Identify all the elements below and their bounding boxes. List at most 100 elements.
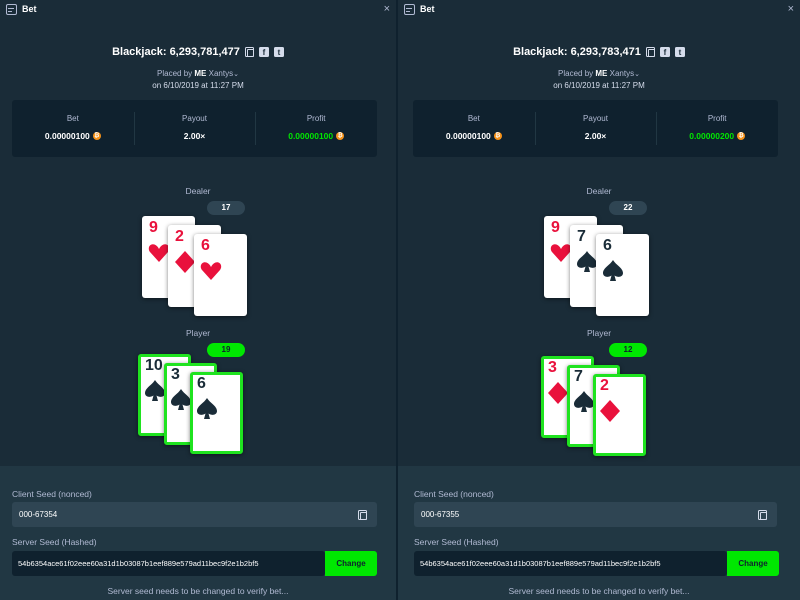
card-rank: 3 [171, 366, 180, 383]
dealer-total-badge: 17 [207, 201, 245, 215]
coin-icon: ₿ [493, 132, 502, 140]
playing-card: 6 [596, 234, 649, 316]
user-badge: ME [194, 69, 207, 78]
server-seed-value: 54b6354ace61f02eee60a31d1b03087b1eef889e… [18, 559, 259, 568]
card-rank: 6 [603, 237, 612, 254]
server-seed-field[interactable]: 54b6354ace61f02eee60a31d1b03087b1eef889e… [12, 551, 325, 576]
copy-icon[interactable] [645, 47, 655, 57]
panel-title: Bet [22, 4, 37, 14]
fairness-section: Client Seed (nonced) 000-67355 Server Se… [398, 466, 800, 600]
client-seed-field[interactable]: 000-67354 [12, 502, 377, 527]
diamond-suit-icon [600, 400, 620, 422]
stat-value: 0.00000100 [44, 131, 90, 141]
spade-suit-icon [603, 260, 623, 281]
stat-label: Payout [182, 114, 207, 123]
verify-note: Server seed needs to be changed to verif… [107, 586, 289, 596]
fairness-section: Client Seed (nonced) 000-67354 Server Se… [0, 466, 396, 600]
client-seed-value: 000-67355 [421, 510, 460, 519]
placed-by-prefix: Placed by [157, 69, 193, 78]
twitter-icon[interactable]: t [273, 47, 284, 57]
stat-label: Payout [583, 114, 608, 123]
card-rank: 9 [149, 219, 158, 236]
stat-value: 2.00× [584, 131, 607, 141]
stat-value: 2.00× [183, 131, 206, 141]
dealer-total-badge: 22 [609, 201, 647, 215]
game-title: Blackjack: 6,293,781,477 [112, 46, 240, 58]
heart-suit-icon [200, 262, 222, 280]
change-seed-button[interactable]: Change [727, 551, 779, 576]
player-total-badge: 19 [207, 343, 245, 357]
bet-icon [404, 3, 415, 15]
playing-card: 6 [194, 234, 247, 316]
bet-panel-1: Bet × Blackjack: 6,293,781,477 f t Place… [0, 0, 396, 600]
close-icon[interactable]: × [788, 3, 794, 15]
placed-by-prefix: Placed by [558, 69, 594, 78]
panel-header: Bet × [0, 0, 396, 18]
verify-note: Server seed needs to be changed to verif… [508, 586, 690, 596]
close-icon[interactable]: × [384, 3, 390, 15]
copy-icon[interactable] [244, 47, 254, 57]
stat-profit: Profit 0.00000100 ₿ [255, 100, 377, 157]
player-total-badge: 12 [609, 343, 647, 357]
bet-id: 6,293,781,477 [169, 46, 240, 58]
game-name: Blackjack [112, 46, 163, 58]
change-seed-button[interactable]: Change [325, 551, 377, 576]
bet-date: on 6/10/2019 at 11:27 PM [152, 81, 244, 90]
card-rank: 9 [551, 219, 560, 236]
copy-icon[interactable] [358, 509, 367, 520]
stats-box: Bet 0.00000100 ₿ Payout 2.00× Profit 0.00… [413, 100, 778, 157]
copy-icon[interactable] [758, 509, 767, 520]
card-rank: 7 [577, 228, 586, 245]
playing-card: 6 [190, 372, 243, 454]
username: Xantys [208, 69, 234, 78]
stat-bet: Bet 0.00000100 ₿ [413, 100, 535, 157]
panel-header: Bet × [398, 0, 800, 18]
card-rank: 10 [145, 357, 163, 374]
playing-card: 2 [593, 374, 646, 456]
facebook-icon[interactable]: f [659, 47, 670, 57]
client-seed-label: Client Seed (nonced) [12, 489, 92, 499]
game-name: Blackjack [513, 46, 564, 58]
server-seed-field[interactable]: 54b6354ace61f02eee60a31d1b03087b1eef889e… [414, 551, 727, 576]
chevron-down-icon: ⌄ [233, 71, 239, 78]
stat-label: Profit [306, 114, 326, 123]
coin-icon: ₿ [336, 132, 345, 140]
player-label: Player [185, 328, 211, 338]
facebook-icon[interactable]: f [258, 47, 269, 57]
bet-date: on 6/10/2019 at 11:27 PM [553, 81, 645, 90]
stat-payout: Payout 2.00× [534, 100, 657, 157]
client-seed-field[interactable]: 000-67355 [414, 502, 777, 527]
client-seed-label: Client Seed (nonced) [414, 489, 494, 499]
placed-by[interactable]: Placed by ME Xantys⌄ [0, 69, 396, 78]
card-rank: 7 [574, 368, 583, 385]
stat-value: 0.00000200 [689, 131, 735, 141]
stat-label: Profit [707, 114, 727, 123]
server-seed-label: Server Seed (Hashed) [414, 537, 499, 547]
card-rank: 3 [548, 359, 557, 376]
username: Xantys [609, 69, 635, 78]
game-title: Blackjack: 6,293,783,471 [513, 46, 641, 58]
bet-id: 6,293,783,471 [570, 46, 641, 58]
bet-header: Blackjack: 6,293,783,471 f t Placed by M… [398, 42, 800, 90]
twitter-icon[interactable]: t [674, 47, 685, 57]
stat-label: Bet [66, 114, 79, 123]
bet-header: Blackjack: 6,293,781,477 f t Placed by M… [0, 42, 396, 90]
chevron-down-icon: ⌄ [634, 71, 640, 78]
card-rank: 6 [197, 375, 206, 392]
stat-value: 0.00000100 [288, 131, 334, 141]
placed-by[interactable]: Placed by ME Xantys⌄ [398, 69, 800, 78]
server-seed-value: 54b6354ace61f02eee60a31d1b03087b1eef889e… [420, 559, 661, 568]
panel-title: Bet [420, 4, 435, 14]
player-label: Player [586, 328, 612, 338]
coin-icon: ₿ [92, 132, 101, 140]
coin-icon: ₿ [737, 132, 746, 140]
stat-payout: Payout 2.00× [133, 100, 256, 157]
dealer-label: Dealer [586, 186, 612, 196]
dealer-label: Dealer [185, 186, 211, 196]
stat-value: 0.00000100 [445, 131, 491, 141]
card-rank: 2 [175, 228, 184, 245]
spade-suit-icon [197, 398, 217, 419]
stat-bet: Bet 0.00000100 ₿ [12, 100, 134, 157]
server-seed-label: Server Seed (Hashed) [12, 537, 97, 547]
bet-icon [6, 3, 17, 15]
